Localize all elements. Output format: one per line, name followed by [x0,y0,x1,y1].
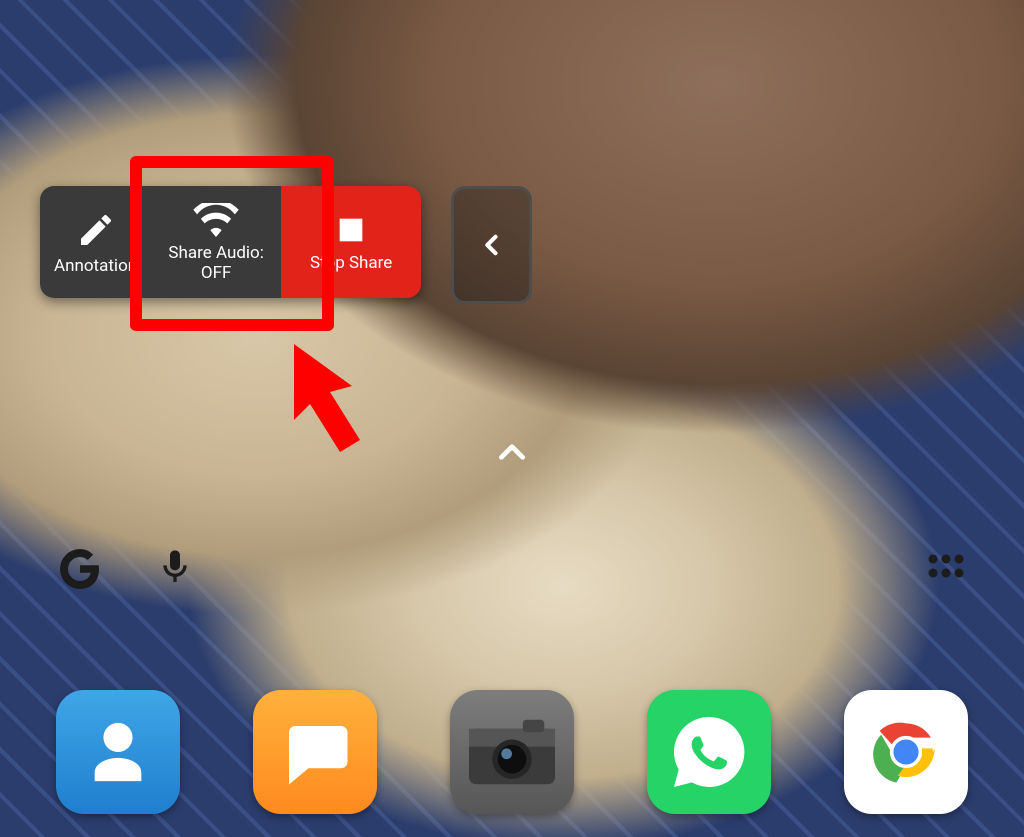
speech-bubble-icon [276,713,354,791]
stop-share-label: Stop Share [310,253,392,273]
app-drawer-indicator[interactable] [496,440,528,464]
camera-app-icon[interactable] [450,690,574,814]
whatsapp-icon [667,710,751,794]
chrome-app-icon[interactable] [844,690,968,814]
pencil-icon [76,210,116,250]
stop-icon [334,213,368,247]
collapse-toolbar-button[interactable] [451,186,532,304]
annotation-button[interactable]: Annotation [40,186,151,298]
share-audio-button[interactable]: Share Audio: OFF [151,186,281,298]
camera-icon [469,717,555,787]
stop-share-button[interactable]: Stop Share [281,186,421,298]
messages-app-icon[interactable] [253,690,377,814]
person-icon [83,717,153,787]
google-g-icon[interactable] [56,543,104,591]
wifi-icon [193,203,239,237]
whatsapp-app-icon[interactable] [647,690,771,814]
menu-dots-icon[interactable] [926,552,966,580]
microphone-icon[interactable] [155,543,195,591]
chevron-left-icon [478,223,506,267]
chrome-icon [863,709,949,795]
share-audio-label: Share Audio: OFF [168,243,263,283]
screen-share-toolbar: Annotation Share Audio: OFF Stop Share [40,186,421,298]
contacts-app-icon[interactable] [56,690,180,814]
annotation-label: Annotation [54,256,137,276]
dock-bar [0,667,1024,837]
